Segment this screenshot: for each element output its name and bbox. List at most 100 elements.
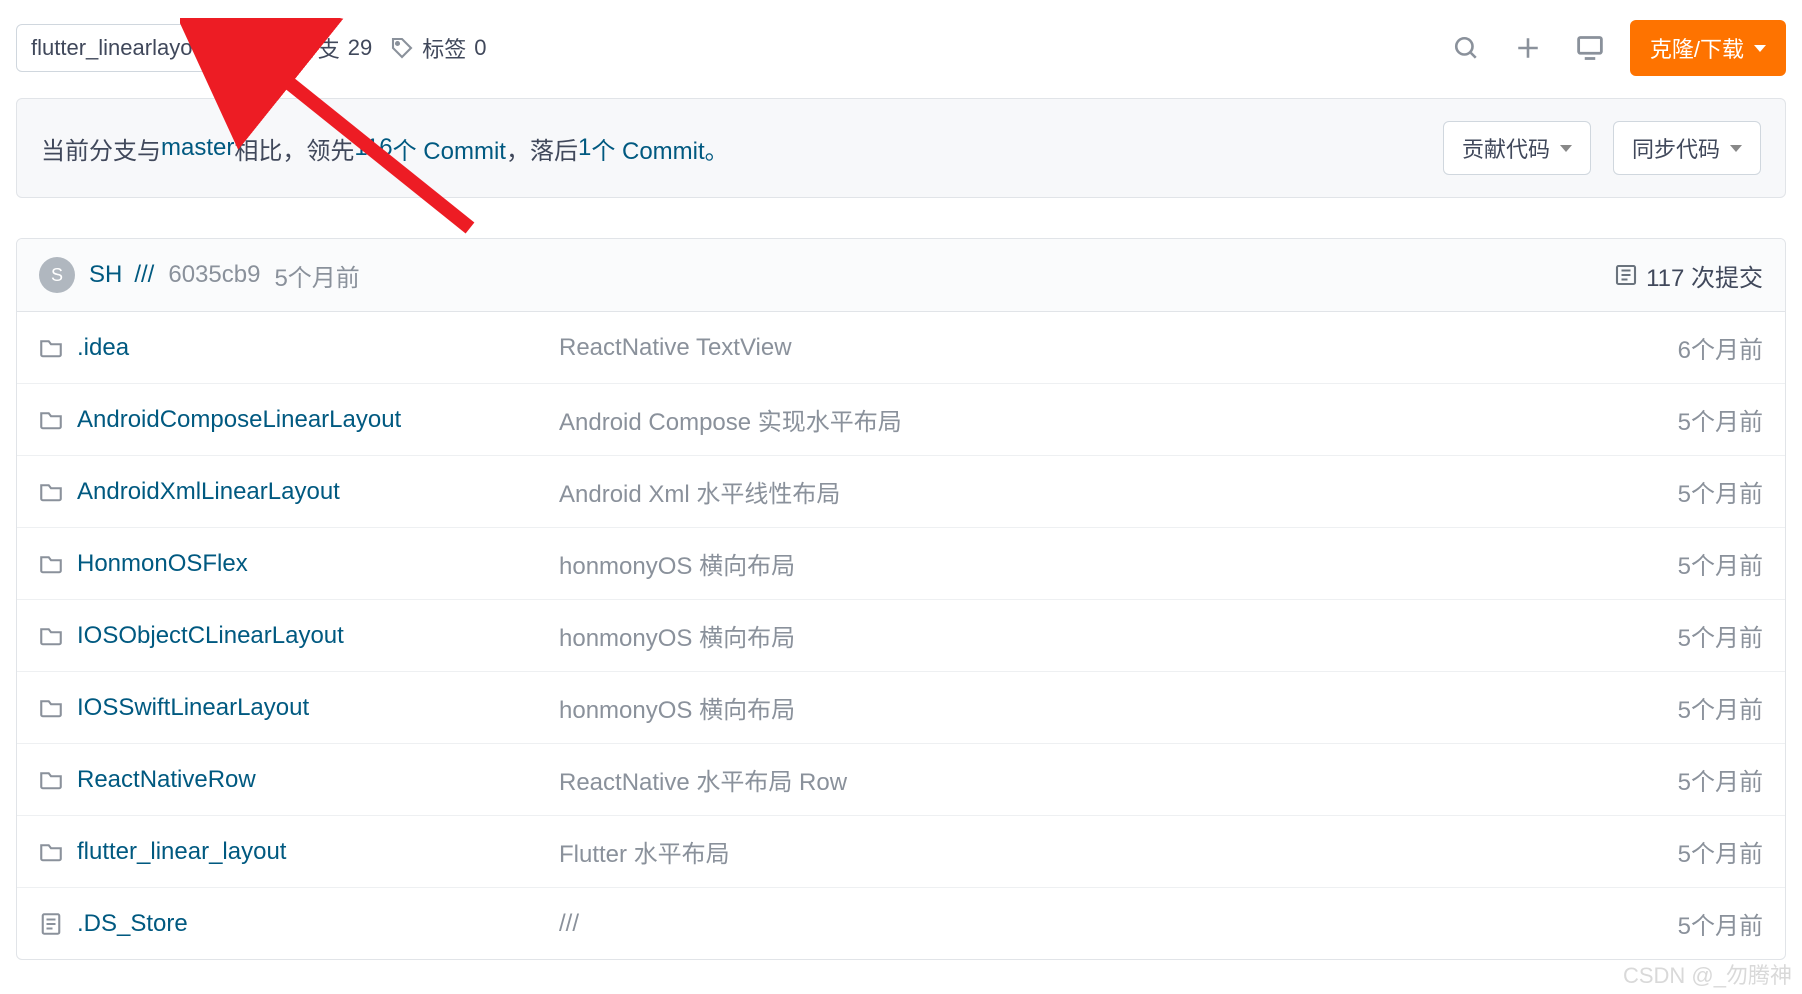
file-commit-message[interactable]: honmonyOS 横向布局 xyxy=(559,618,1678,653)
file-row: HonmonOSFlex honmonyOS 横向布局5个月前 xyxy=(17,528,1785,600)
file-commit-message[interactable]: ReactNative 水平布局 Row xyxy=(559,762,1678,797)
file-list-panel: S SH /// 6035cb9 5个月前 117 次提交 .idea React… xyxy=(16,238,1786,960)
file-name-cell: .idea xyxy=(39,334,559,362)
file-commit-message[interactable]: Android Xml 水平线性布局 xyxy=(559,474,1678,509)
file-name-link[interactable]: ReactNativeRow xyxy=(77,766,256,794)
file-row: AndroidComposeLinearLayout Android Compos… xyxy=(17,384,1785,456)
file-row: .idea ReactNative TextView6个月前 xyxy=(17,312,1785,384)
ahead-suf[interactable]: 个 Commit xyxy=(393,131,506,166)
behind-count[interactable]: 1 xyxy=(578,134,591,162)
commit-sha[interactable]: 6035cb9 xyxy=(168,261,260,289)
sync-label: 同步代码 xyxy=(1632,132,1720,164)
chevron-down-icon xyxy=(1754,45,1766,52)
behind-sep: ， xyxy=(506,131,530,166)
branch-icon xyxy=(264,36,288,60)
file-name-link[interactable]: IOSSwiftLinearLayout xyxy=(77,694,309,722)
file-time: 5个月前 xyxy=(1678,762,1763,797)
file-name-cell: IOSObjectCLinearLayout xyxy=(39,622,559,650)
file-name-link[interactable]: .DS_Store xyxy=(77,910,188,938)
chevron-down-icon xyxy=(219,45,231,52)
file-icon xyxy=(39,912,63,936)
file-name-link[interactable]: .idea xyxy=(77,334,129,362)
file-time: 5个月前 xyxy=(1678,690,1763,725)
file-row: flutter_linear_layout Flutter 水平布局5个月前 xyxy=(17,816,1785,888)
file-row: AndroidXmlLinearLayout Android Xml 水平线性布局… xyxy=(17,456,1785,528)
chevron-down-icon xyxy=(1560,145,1572,152)
compare-mid: 相比， xyxy=(234,131,306,166)
file-time: 6个月前 xyxy=(1678,330,1763,365)
history-icon xyxy=(1614,263,1638,287)
search-button[interactable] xyxy=(1444,26,1488,70)
commit-message[interactable]: /// xyxy=(134,261,154,289)
commit-time: 5个月前 xyxy=(274,258,359,293)
tags-label: 标签 xyxy=(422,32,466,64)
folder-icon xyxy=(39,552,63,576)
file-name-link[interactable]: HonmonOSFlex xyxy=(77,550,248,578)
branch-name: flutter_linearlayout xyxy=(31,35,211,61)
file-name-link[interactable]: AndroidComposeLinearLayout xyxy=(77,406,401,434)
file-commit-message[interactable]: honmonyOS 横向布局 xyxy=(559,546,1678,581)
file-name-cell: AndroidComposeLinearLayout xyxy=(39,406,559,434)
file-name-cell: HonmonOSFlex xyxy=(39,550,559,578)
file-name-link[interactable]: AndroidXmlLinearLayout xyxy=(77,478,340,506)
branches-link[interactable]: 分支 29 xyxy=(264,32,373,64)
compare-master-link[interactable]: master xyxy=(161,134,234,162)
folder-icon xyxy=(39,480,63,504)
tag-icon xyxy=(390,36,414,60)
ahead-pre: 领先 xyxy=(306,131,354,166)
commits-count-label: 117 次提交 xyxy=(1646,258,1763,293)
folder-icon xyxy=(39,408,63,432)
commit-author[interactable]: SH xyxy=(89,261,122,289)
branch-selector[interactable]: flutter_linearlayout xyxy=(16,24,246,72)
contribute-label: 贡献代码 xyxy=(1462,132,1550,164)
file-name-cell: IOSSwiftLinearLayout xyxy=(39,694,559,722)
monitor-icon xyxy=(1576,34,1604,62)
webide-button[interactable] xyxy=(1568,26,1612,70)
contribute-button[interactable]: 贡献代码 xyxy=(1443,121,1591,175)
clone-download-button[interactable]: 克隆/下载 xyxy=(1630,20,1786,76)
branch-compare-bar: 当前分支与 master 相比， 领先 116 个 Commit ， 落后 1 … xyxy=(16,98,1786,198)
tags-link[interactable]: 标签 0 xyxy=(390,32,486,64)
file-row: IOSObjectCLinearLayout honmonyOS 横向布局5个月前 xyxy=(17,600,1785,672)
folder-icon xyxy=(39,624,63,648)
add-button[interactable] xyxy=(1506,26,1550,70)
compare-prefix: 当前分支与 xyxy=(41,131,161,166)
file-time: 5个月前 xyxy=(1678,906,1763,941)
folder-icon xyxy=(39,840,63,864)
folder-icon xyxy=(39,768,63,792)
tags-count: 0 xyxy=(474,35,486,61)
branches-label: 分支 xyxy=(296,32,340,64)
file-commit-message[interactable]: ReactNative TextView xyxy=(559,334,1678,362)
watermark: CSDN @_勿腾神 xyxy=(1623,958,1792,990)
file-time: 5个月前 xyxy=(1678,618,1763,653)
behind-pre: 落后 xyxy=(530,131,578,166)
file-row: IOSSwiftLinearLayout honmonyOS 横向布局5个月前 xyxy=(17,672,1785,744)
ahead-count[interactable]: 116 xyxy=(354,134,392,162)
plus-icon xyxy=(1515,35,1541,61)
file-time: 5个月前 xyxy=(1678,474,1763,509)
file-name-link[interactable]: IOSObjectCLinearLayout xyxy=(77,622,344,650)
branches-count: 29 xyxy=(348,35,372,61)
search-icon xyxy=(1453,35,1479,61)
file-commit-message[interactable]: honmonyOS 横向布局 xyxy=(559,690,1678,725)
file-time: 5个月前 xyxy=(1678,546,1763,581)
file-row: .DS_Store ///5个月前 xyxy=(17,888,1785,959)
file-name-link[interactable]: flutter_linear_layout xyxy=(77,838,286,866)
sync-button[interactable]: 同步代码 xyxy=(1613,121,1761,175)
file-commit-message[interactable]: Android Compose 实现水平布局 xyxy=(559,402,1678,437)
file-commit-message[interactable]: /// xyxy=(559,910,1678,938)
file-time: 5个月前 xyxy=(1678,834,1763,869)
commits-count-link[interactable]: 117 次提交 xyxy=(1614,258,1763,293)
latest-commit-row: S SH /// 6035cb9 5个月前 117 次提交 xyxy=(17,239,1785,312)
repo-toolbar: flutter_linearlayout 分支 29 标签 0 克隆/下载 xyxy=(16,12,1786,98)
avatar[interactable]: S xyxy=(39,257,75,293)
avatar-initial: S xyxy=(51,265,63,286)
file-time: 5个月前 xyxy=(1678,402,1763,437)
file-name-cell: ReactNativeRow xyxy=(39,766,559,794)
chevron-down-icon xyxy=(1730,145,1742,152)
file-name-cell: AndroidXmlLinearLayout xyxy=(39,478,559,506)
file-commit-message[interactable]: Flutter 水平布局 xyxy=(559,834,1678,869)
file-name-cell: flutter_linear_layout xyxy=(39,838,559,866)
behind-suf[interactable]: 个 Commit。 xyxy=(591,131,728,166)
file-name-cell: .DS_Store xyxy=(39,910,559,938)
